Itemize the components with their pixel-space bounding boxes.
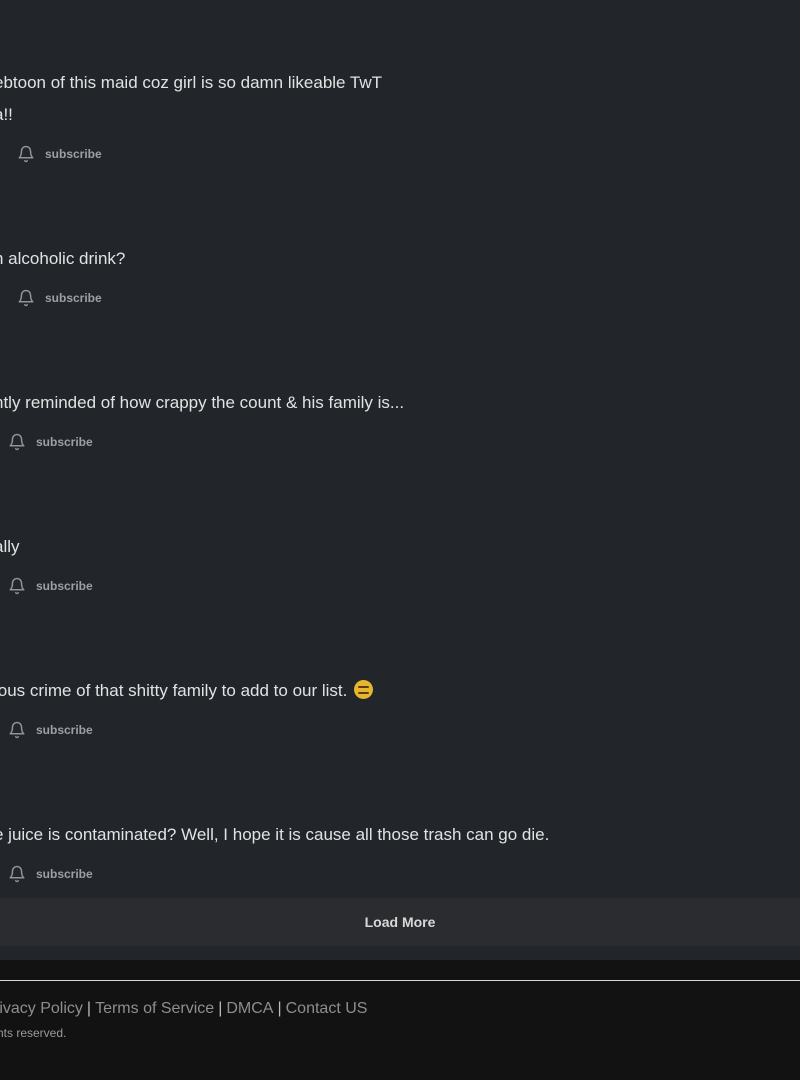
copyright-text: hts reserved. [0,1026,67,1040]
subscribe-label: subscribe [36,723,93,737]
bell-icon [9,865,25,883]
footer-divider [0,980,800,981]
comment-text: ally [0,537,20,556]
contact-us-link[interactable]: Contact US [286,1000,368,1017]
terms-of-service-link[interactable]: Terms of Service [95,1000,214,1017]
subscribe-button[interactable]: subscribe [8,864,93,884]
comments-panel: ebtoon of this maid coz girl is so damn … [0,0,800,960]
bell-icon [9,433,25,451]
subscribe-button[interactable]: subscribe [8,576,93,596]
dmca-link[interactable]: DMCA [226,1000,273,1017]
footer-links: rivacy Policy | Terms of Service | DMCA | Cont… [0,998,367,1020]
subscribe-button[interactable]: subscribe [8,432,93,452]
bell-icon [18,145,34,163]
load-more-label: Load More [364,914,436,930]
subscribe-label: subscribe [45,147,102,161]
subscribe-label: subscribe [36,867,93,881]
load-more-button[interactable]: Load More [0,898,800,946]
subscribe-button[interactable]: subscribe [8,720,93,740]
comment-text: ebtoon of this maid coz girl is so damn … [0,73,383,92]
bell-icon [9,721,25,739]
comment-text: e juice is contaminated? Well, I hope it… [0,825,550,844]
subscribe-label: subscribe [36,435,93,449]
subscribe-button[interactable]: subscribe [17,288,102,308]
subscribe-label: subscribe [45,291,102,305]
footer-separator: | [277,1000,282,1017]
footer-separator: | [86,1000,92,1017]
footer-separator: | [218,1000,223,1017]
comment-text: a!! [0,105,13,124]
comment-text-body: ious crime of that shitty family to add … [0,681,348,700]
bell-icon [18,289,34,307]
comment-text: ntly reminded of how crappy the count & … [0,393,405,412]
comment-text: ious crime of that shitty family to add … [0,680,374,702]
subscribe-label: subscribe [36,579,93,593]
expressionless-face-emoji-icon [354,680,374,699]
bell-icon [9,577,25,595]
privacy-policy-link[interactable]: rivacy Policy [0,1000,83,1017]
subscribe-button[interactable]: subscribe [17,144,102,164]
comment-text: n alcoholic drink? [0,249,126,268]
